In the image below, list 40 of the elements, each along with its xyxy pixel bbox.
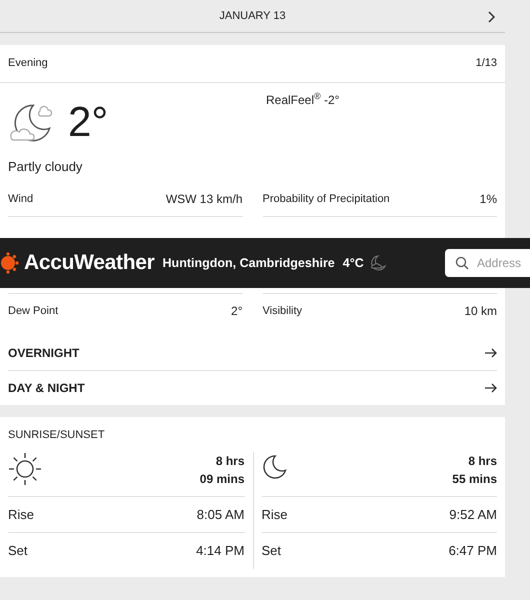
forecast-link[interactable]: DAY & NIGHT xyxy=(8,371,497,405)
time-label: Rise xyxy=(8,506,34,524)
period-label: Evening xyxy=(8,56,48,71)
time-value: 6:47 PM xyxy=(448,542,497,560)
current-temperature: 2° xyxy=(68,100,108,142)
detail-label: Probability of Precipitation xyxy=(262,192,390,207)
arrow-right-icon xyxy=(485,348,497,358)
detail-value: 10 km xyxy=(464,303,497,320)
time-value: 4:14 PM xyxy=(196,542,244,560)
arrow-right-icon xyxy=(485,383,497,393)
sun-logo-icon xyxy=(0,252,20,274)
time-label: Set xyxy=(8,542,28,560)
time-value: 8:05 AM xyxy=(196,506,244,524)
search-field[interactable]: Address xyxy=(445,249,530,277)
page-indicator: 1/13 xyxy=(476,56,497,71)
time-label: Set xyxy=(262,542,282,560)
duration-hours: 8 hrs xyxy=(214,452,244,470)
section-title: SUNRISE/SUNSET xyxy=(8,428,106,443)
duration-minutes: 55 mins xyxy=(452,470,497,488)
realfeel-text: RealFeel$^{®}$ -2° xyxy=(266,90,340,108)
detail-label: Wind xyxy=(8,192,34,207)
detail-value: WSW 13 km/h xyxy=(166,191,242,208)
sun-icon xyxy=(8,452,42,486)
duration-hours: 8 hrs xyxy=(467,452,497,470)
detail-value: 1% xyxy=(480,191,497,208)
detail-label: Dew Point xyxy=(8,304,58,319)
brand-name[interactable]: AccuWeather xyxy=(24,247,155,279)
chevron-right-icon[interactable] xyxy=(487,11,495,23)
moon-cloud-icon xyxy=(370,255,386,271)
condition-text: Partly cloudy xyxy=(8,158,82,174)
time-label: Rise xyxy=(262,506,288,524)
detail-value: 2° xyxy=(231,303,242,320)
detail-label: Visibility xyxy=(262,304,302,319)
forecast-link[interactable]: OVERNIGHT xyxy=(8,336,497,371)
date-title: JANUARY 13 xyxy=(219,8,286,24)
location-name[interactable]: Huntingdon, Cambridgeshire xyxy=(162,254,335,272)
time-value: 9:52 AM xyxy=(449,506,497,524)
duration-minutes: 09 mins xyxy=(200,470,244,488)
search-icon xyxy=(455,256,469,270)
header-temperature: 4°C xyxy=(342,254,364,272)
